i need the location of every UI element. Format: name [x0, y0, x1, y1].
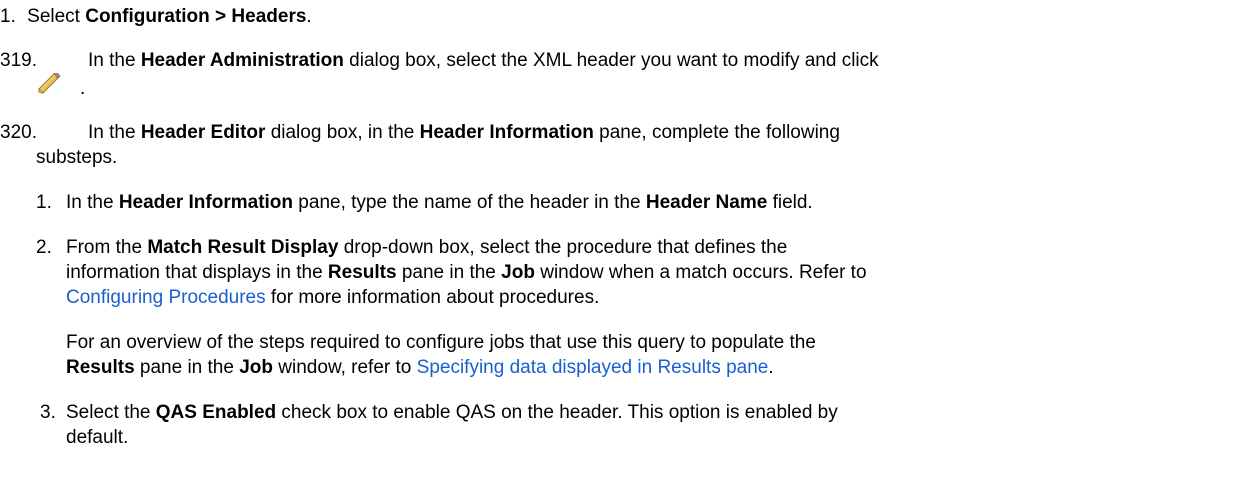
step-320-text: In the Header Editor dialog box, in the … [88, 122, 840, 143]
substep-2: 2. [36, 235, 52, 260]
step-320-line-2: substeps. [36, 147, 118, 168]
substep-3: 3. [40, 400, 56, 425]
configuring-procedures-link[interactable]: Configuring Procedures [66, 287, 266, 308]
specifying-data-link[interactable]: Specifying data displayed in Results pan… [417, 357, 769, 378]
substep-1: 1. [36, 190, 52, 215]
step-319-number: 319. [0, 50, 37, 71]
substep-1-number: 1. [36, 192, 52, 213]
step-319-text: In the Header Administration dialog box,… [88, 50, 879, 71]
step-319-end: . [80, 78, 86, 99]
substep-3-line-1: Select the QAS Enabled check box to enab… [66, 402, 838, 423]
step-320-number: 320. [0, 122, 37, 143]
substep-2-line-1: From the Match Result Display drop-down … [66, 237, 788, 258]
step-319: 319. [0, 48, 37, 73]
step-1: 1. Select Configuration > Headers. [0, 6, 312, 27]
substep-3-line-2: default. [66, 427, 129, 448]
pencil-edit-icon [38, 73, 61, 94]
substep-1-text: In the Header Information pane, type the… [66, 192, 813, 213]
substep-2-line-2: information that displays in the Results… [66, 262, 867, 283]
step-320: 320. [0, 120, 37, 145]
document-page: 1. Select Configuration > Headers. 319. … [0, 0, 1249, 502]
substep-2-line-3: Configuring Procedures for more informat… [66, 287, 600, 308]
substep-2-overview-line-2: Results pane in the Job window, refer to… [66, 357, 774, 378]
step-1-text: Select [27, 6, 86, 27]
step-1-menu-path: Configuration > Headers [85, 6, 307, 27]
step-1-number: 1. [0, 6, 16, 27]
substep-2-number: 2. [36, 237, 52, 258]
substep-2-overview-line-1: For an overview of the steps required to… [66, 332, 816, 353]
substep-3-number: 3. [40, 402, 56, 423]
